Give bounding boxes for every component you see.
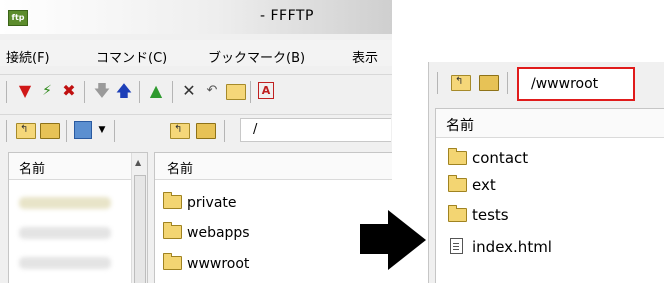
menu-command[interactable]: コマンド(C): [96, 47, 167, 66]
list-item[interactable]: webapps: [163, 222, 250, 245]
remote-toolbar: ↰ /wwwroot: [429, 62, 664, 102]
upload-icon[interactable]: 🡅: [115, 82, 133, 100]
toolbar-separator: [6, 81, 7, 103]
toolbar-separator: [224, 120, 225, 142]
list-item[interactable]: tests: [448, 205, 509, 224]
menu-bookmark[interactable]: ブックマーク(B): [208, 47, 305, 66]
parent-folder-icon[interactable]: ↰: [170, 123, 190, 139]
toolbar-separator: [6, 120, 7, 142]
local-name-column-header[interactable]: 名前: [9, 153, 131, 180]
item-label: ext: [472, 176, 496, 194]
folder-icon: [163, 192, 182, 209]
mkdir-icon[interactable]: [226, 84, 246, 100]
menu-connect[interactable]: 接続(F): [6, 47, 50, 66]
item-label: contact: [472, 149, 529, 167]
parent-folder-icon[interactable]: ↰: [451, 75, 471, 91]
open-folder-icon[interactable]: [479, 75, 499, 91]
remote-name-column-header[interactable]: 名前: [436, 109, 664, 138]
toolbar-separator: [172, 81, 173, 103]
disconnect-icon[interactable]: ✖: [60, 82, 78, 100]
folder-icon: [163, 222, 182, 239]
list-item[interactable]: index.html: [448, 238, 552, 256]
blurred-list-item: [19, 257, 111, 269]
transition-arrow-icon: [388, 210, 426, 270]
ffftp-app-icon: ftp: [8, 10, 28, 26]
blurred-list-item: [19, 197, 111, 209]
delete-icon[interactable]: ✕: [180, 82, 198, 100]
window-title: - FFFTP: [260, 8, 314, 24]
column-label: 名前: [446, 118, 474, 134]
mirror-upload-icon[interactable]: ▲: [147, 82, 165, 100]
ffftp-window-before: ftp - FFFTP 接続(F) コマンド(C) ブックマーク(B) 表示 ▼…: [0, 0, 392, 283]
list-item[interactable]: ext: [448, 175, 496, 194]
title-bar: ftp - FFFTP: [0, 0, 392, 34]
connect-icon[interactable]: ▼: [16, 82, 34, 100]
folder-icon: [448, 205, 467, 222]
open-folder-icon[interactable]: [196, 123, 216, 139]
scroll-up-icon[interactable]: ▲: [135, 158, 141, 167]
blurred-list-item: [19, 227, 111, 239]
list-item[interactable]: contact: [448, 148, 529, 167]
toolbar-separator: [250, 81, 251, 103]
remote-path-input[interactable]: /: [240, 118, 391, 142]
list-item[interactable]: private: [163, 192, 237, 215]
column-label: 名前: [19, 162, 46, 177]
column-label: 名前: [167, 162, 194, 177]
item-label: index.html: [472, 238, 552, 256]
host-folder-icon[interactable]: [74, 121, 92, 139]
item-label: tests: [472, 206, 509, 224]
menu-view[interactable]: 表示: [352, 47, 378, 66]
remote-file-list: 名前 private webapps wwwroot: [154, 152, 392, 283]
quick-connect-icon[interactable]: ⚡: [38, 82, 56, 100]
parent-folder-icon[interactable]: ↰: [16, 123, 36, 139]
remote-file-list: 名前 contact ext tests index.html: [435, 108, 664, 283]
folder-icon: [163, 253, 182, 270]
remote-name-column-header[interactable]: 名前: [155, 153, 392, 180]
toolbar-separator: [139, 81, 140, 103]
remote-path-value: /: [253, 122, 258, 137]
file-icon: [450, 238, 463, 254]
menu-bar: [0, 40, 392, 66]
transition-arrow-body: [360, 224, 390, 254]
toolbar-separator: [66, 120, 67, 142]
ffftp-window-after: ↰ /wwwroot 名前 contact ext tests index.ht…: [428, 62, 664, 283]
local-file-list: 名前 ▲: [8, 152, 148, 283]
list-item[interactable]: wwwroot: [163, 253, 250, 276]
folder-icon: [448, 175, 467, 192]
item-label: webapps: [187, 225, 250, 241]
toolbar-separator: [84, 81, 85, 103]
toolbar-separator: [507, 72, 508, 94]
local-scrollbar[interactable]: ▲: [131, 153, 147, 283]
remote-path-value: /wwwroot: [531, 76, 599, 92]
item-label: wwwroot: [187, 256, 250, 272]
ascii-mode-icon[interactable]: A: [258, 82, 274, 99]
folder-icon: [448, 148, 467, 165]
open-folder-icon[interactable]: [40, 123, 60, 139]
toolbar-separator: [437, 72, 438, 94]
remote-path-input-highlighted[interactable]: /wwwroot: [517, 67, 635, 101]
main-toolbar: ▼ ⚡ ✖ 🡇 🡅 ▲ ✕ ↶ A: [0, 74, 392, 109]
scroll-thumb[interactable]: [134, 175, 146, 283]
rename-icon[interactable]: ↶: [203, 82, 221, 100]
download-icon[interactable]: 🡇: [93, 82, 111, 100]
item-label: private: [187, 195, 237, 211]
dropdown-icon[interactable]: ▼: [93, 121, 111, 139]
toolbar-separator: [114, 120, 115, 142]
